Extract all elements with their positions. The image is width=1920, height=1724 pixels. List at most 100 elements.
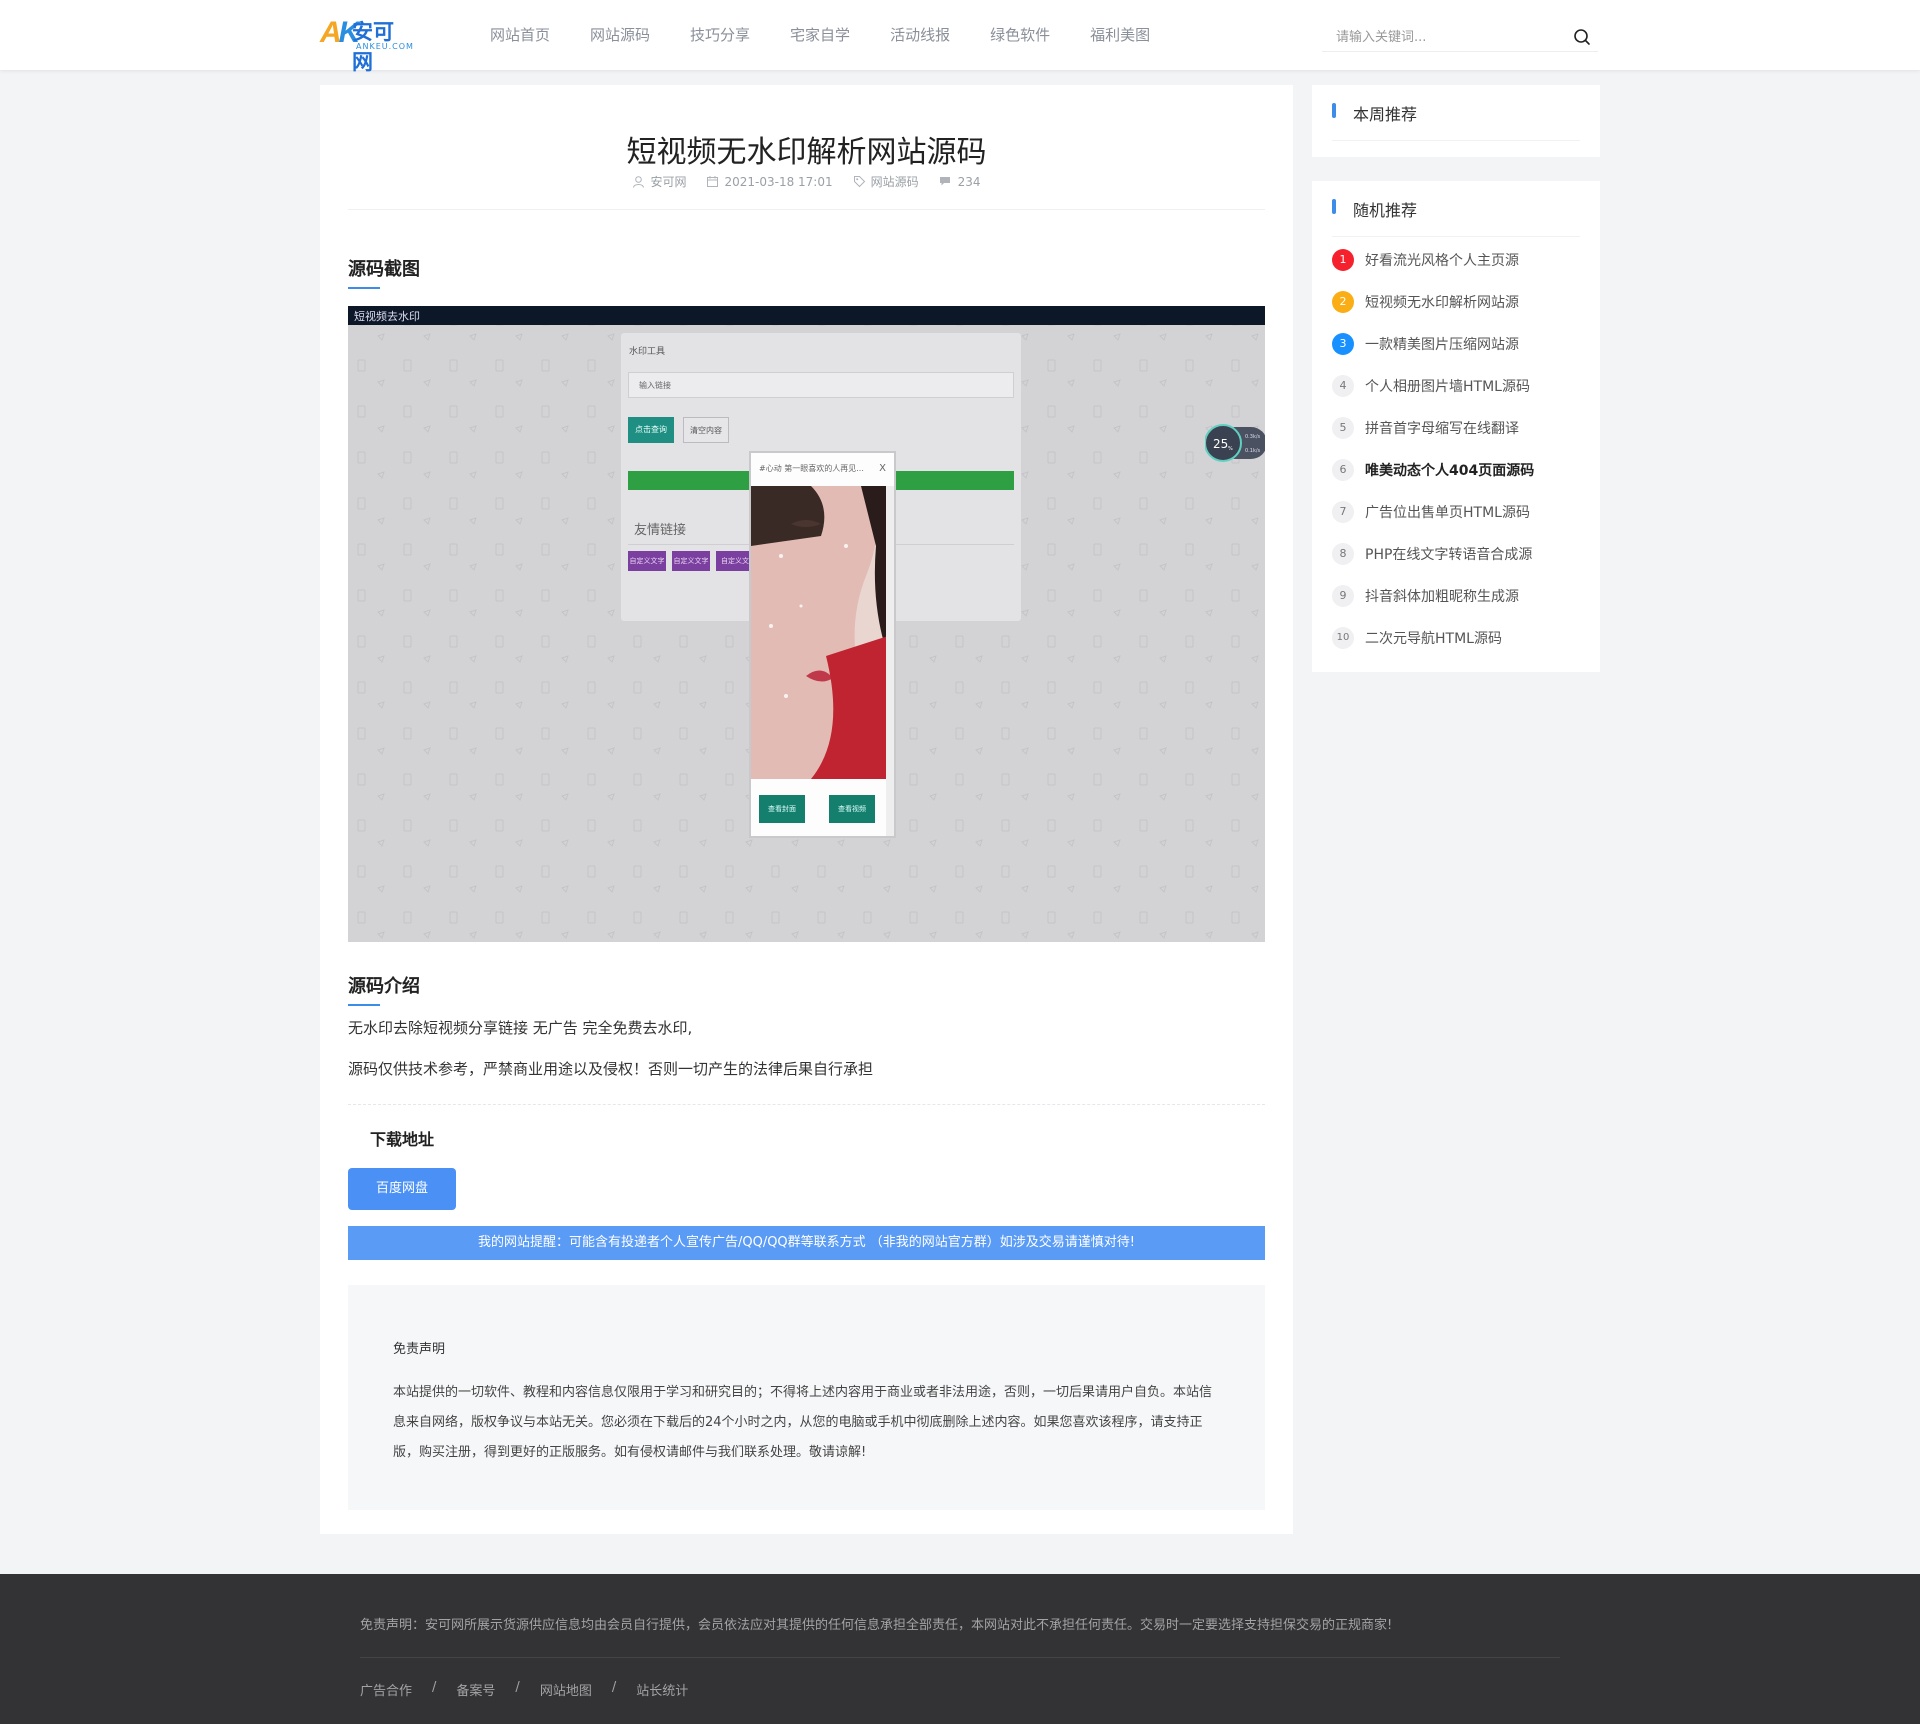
nav-item-software[interactable]: 绿色软件: [990, 24, 1050, 45]
section-heading-intro: 源码介绍: [348, 972, 420, 1006]
article-meta: 安可网 2021-03-18 17:01 网站源码 234: [320, 173, 1293, 190]
random-list-item[interactable]: 3 一款精美图片压缩网站源: [1332, 332, 1582, 356]
nav-item-activity[interactable]: 活动线报: [890, 24, 950, 45]
random-list-item[interactable]: 2 短视频无水印解析网站源: [1332, 290, 1582, 314]
disclaimer-body: 本站提供的一切软件、教程和内容信息仅限用于学习和研究目的；不得将上述内容用于商业…: [393, 1385, 1213, 1460]
disclaimer-box: 免责声明 本站提供的一切软件、教程和内容信息仅限用于学习和研究目的；不得将上述内…: [348, 1285, 1265, 1510]
download-divider: [348, 1104, 1265, 1105]
screenshot-video-button: 查看视频: [829, 795, 875, 823]
rank-item-title: 好看流光风格个人主页源: [1365, 253, 1519, 269]
rank-number-badge: 10: [1332, 627, 1354, 649]
article-title: 短视频无水印解析网站源码: [626, 135, 987, 170]
footer-link-icp[interactable]: 备案号: [456, 1680, 495, 1699]
title-divider: [348, 209, 1265, 210]
random-list-item[interactable]: 6 唯美动态个人404页面源码: [1332, 458, 1582, 482]
meta-date-text: 2021-03-18 17:01: [724, 174, 833, 189]
rank-item-title: 个人相册图片墙HTML源码: [1365, 379, 1530, 395]
rank-item-title: 唯美动态个人404页面源码: [1365, 463, 1535, 479]
search-box: [1322, 22, 1598, 52]
footer-divider: [360, 1657, 1560, 1658]
tag-icon: [853, 176, 865, 188]
gauge-value: 25: [1213, 437, 1228, 451]
rank-item-title: PHP在线文字转语音合成源: [1365, 547, 1533, 563]
disclaimer-title: 免责声明: [393, 1342, 446, 1357]
comment-icon: [939, 177, 950, 186]
random-list-item[interactable]: 4 个人相册图片墙HTML源码: [1332, 374, 1582, 398]
rank-number-badge: 3: [1332, 333, 1354, 355]
gauge-unit: %: [1228, 446, 1233, 452]
logo-subtext: ANKEU.COM: [356, 42, 414, 51]
speed-gauge-widget: 25 % 0.3k/s 0.1k/s: [1205, 424, 1265, 462]
screenshot-preview-modal: #心动 第一眼喜欢的人再见... X 查看封面 查看视频: [749, 451, 896, 838]
screenshot-panel-title: 水印工具: [629, 347, 666, 357]
screenshot-modal-close: X: [879, 463, 886, 474]
rank-item-title: 一款精美图片压缩网站源: [1365, 337, 1519, 353]
footer-link-ads[interactable]: 广告合作: [360, 1680, 412, 1699]
random-list-item[interactable]: 7 广告位出售单页HTML源码: [1332, 500, 1582, 524]
site-header: AK 安可网 ANKEU.COM 网站首页 网站源码 技巧分享 宅家自学 活动线…: [0, 0, 1920, 74]
screenshot-links-title: 友情链接: [634, 523, 687, 538]
meta-category[interactable]: 网站源码: [853, 173, 919, 190]
footer-link-separator: /: [611, 1680, 617, 1695]
nav-item-tips[interactable]: 技巧分享: [690, 24, 750, 45]
screenshot-modal-title: #心动 第一眼喜欢的人再见...: [759, 464, 864, 473]
meta-author-text: 安可网: [650, 175, 687, 189]
nav-item-study[interactable]: 宅家自学: [790, 24, 850, 45]
random-list-item[interactable]: 8 PHP在线文字转语音合成源: [1332, 542, 1582, 566]
nav-item-home[interactable]: 网站首页: [490, 24, 550, 45]
rank-number-badge: 9: [1332, 585, 1354, 607]
screenshot-query-button: 点击查询: [628, 417, 674, 443]
rank-number-badge: 6: [1332, 459, 1354, 481]
random-list-item[interactable]: 1 好看流光风格个人主页源: [1332, 248, 1582, 272]
random-list-item[interactable]: 9 抖音斜体加粗昵称生成源: [1332, 584, 1582, 608]
meta-date: 2021-03-18 17:01: [706, 173, 833, 190]
rank-item-title: 抖音斜体加粗昵称生成源: [1365, 589, 1519, 605]
footer-disclaimer: 免责声明：安可网所展示货源供应信息均由会员自行提供，会员依法应对其提供的任何信息…: [360, 1618, 1393, 1633]
nav-item-source[interactable]: 网站源码: [590, 24, 650, 45]
meta-comments-count: 234: [957, 174, 981, 189]
random-list-item[interactable]: 5 拼音首字母缩写在线翻译: [1332, 416, 1582, 440]
screenshot-tag: 自定义文字: [672, 551, 710, 571]
section-heading-screenshot: 源码截图: [348, 255, 420, 289]
calendar-icon: [707, 176, 719, 187]
gauge-up: 0.3k/s: [1245, 434, 1261, 440]
user-icon: [633, 176, 645, 188]
source-screenshot-image: 短视频去水印 水印工具 输入链接 点击查询 清空内容 超级可以放置推广广告区域 …: [348, 306, 1265, 942]
meta-author[interactable]: 安可网: [632, 173, 686, 190]
download-heading: 下载地址: [370, 1130, 435, 1149]
footer-link-separator: /: [515, 1680, 520, 1695]
screenshot-clear-button: 清空内容: [683, 417, 729, 443]
meta-comments[interactable]: 234: [939, 173, 981, 190]
screenshot-topbar-title: 短视频去水印: [354, 310, 420, 323]
footer-link-sitemap[interactable]: 网站地图: [540, 1680, 592, 1699]
footer-link-stats[interactable]: 站长统计: [636, 1680, 688, 1699]
rank-item-title: 拼音首字母缩写在线翻译: [1365, 421, 1519, 437]
nav-item-gallery[interactable]: 福利美图: [1090, 24, 1150, 45]
screenshot-link-input: 输入链接: [628, 372, 1014, 398]
rank-item-title: 二次元导航HTML源码: [1365, 631, 1502, 647]
rank-number-badge: 5: [1332, 417, 1354, 439]
random-recommend-title: 随机推荐: [1353, 201, 1418, 220]
screenshot-topbar: 短视频去水印: [348, 306, 1265, 325]
site-logo[interactable]: AK 安可网 ANKEU.COM: [320, 16, 414, 74]
footer-links: 广告合作 / 备案号 / 网站地图 / 站长统计: [360, 1680, 688, 1699]
baidu-pan-download-button[interactable]: 百度网盘: [348, 1168, 456, 1210]
rank-number-badge: 8: [1332, 543, 1354, 565]
gauge-down: 0.1k/s: [1245, 448, 1261, 454]
screenshot-modal-scrollbar: [886, 486, 894, 836]
rank-number-badge: 7: [1332, 501, 1354, 523]
screenshot-tag: 自定义文字: [628, 551, 666, 571]
weekly-recommend-title: 本周推荐: [1353, 105, 1418, 124]
rank-number-badge: 2: [1332, 291, 1354, 313]
random-list-item[interactable]: 10 二次元导航HTML源码: [1332, 626, 1582, 650]
face-photo-image: [751, 486, 888, 779]
random-recommend-widget: 随机推荐 1 好看流光风格个人主页源 2 短视频无水印解析网站源 3 一款精美图片压缩…: [1312, 181, 1600, 672]
search-input[interactable]: [1336, 26, 1556, 48]
search-icon[interactable]: [1572, 27, 1592, 47]
main-nav: 网站首页 网站源码 技巧分享 宅家自学 活动线报 绿色软件 福利美图: [490, 24, 1190, 45]
rank-number-badge: 1: [1332, 249, 1354, 271]
widget-title-bar: 随机推荐: [1332, 197, 1580, 237]
screenshot-cover-button: 查看封面: [759, 795, 805, 823]
intro-paragraph: 无水印去除短视频分享链接 无广告 完全免费去水印,: [348, 1019, 693, 1037]
screenshot-modal-photo: [751, 486, 888, 779]
